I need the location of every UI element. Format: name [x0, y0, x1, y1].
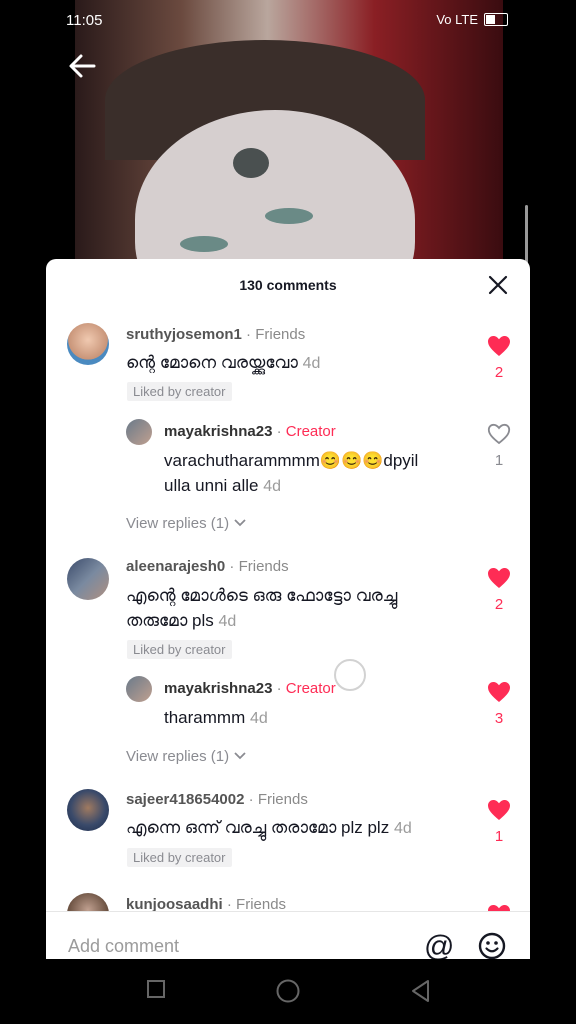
creator-tag: Creator [285, 680, 336, 697]
like-count: 2 [494, 364, 504, 381]
like-button[interactable]: 3 [484, 681, 514, 727]
video-background [75, 0, 503, 262]
friends-tag: Friends [255, 326, 306, 343]
loading-spinner [334, 659, 366, 691]
comment-time: 4d [302, 355, 321, 372]
avatar[interactable] [126, 676, 152, 702]
video-bindi [233, 148, 269, 178]
view-replies-link[interactable]: View replies (1) [126, 515, 247, 532]
avatar[interactable] [67, 789, 109, 831]
add-comment-input[interactable]: Add comment [68, 936, 179, 957]
friends-tag: Friends [257, 791, 308, 808]
comment-username-line: sruthyjosemon1 · Friends [126, 326, 306, 343]
comment-username-line: sajeer418654002 · Friends [126, 791, 308, 808]
reply-body-line1: varachutharammmm😊😊😊dpyil [164, 451, 419, 470]
comment-text: എന്റെ മോൾടെ ഒരു ഫോട്ടോ വരച്ചു തരുമോ pls … [126, 583, 397, 634]
video-scrollbar[interactable] [525, 205, 528, 265]
mention-at-icon[interactable]: @ [424, 930, 454, 959]
reply-text: varachutharammmm😊😊😊dpyil ulla unni alle … [164, 448, 418, 499]
comment-input-bar: Add comment @ [46, 911, 530, 959]
like-count: 3 [494, 710, 504, 727]
comment-username[interactable]: sruthyjosemon1 [126, 326, 242, 343]
chevron-down-icon [234, 519, 246, 527]
comment-text: എന്നെ ഒന്ന് വരച്ചു തരാമോ plz plz 4d [126, 815, 412, 841]
like-button[interactable]: 2 [484, 567, 514, 613]
reply-username[interactable]: mayakrishna23 [164, 423, 272, 440]
battery-icon [484, 13, 508, 26]
comments-sheet: 130 comments sruthyjosemon1 · Friends ന്… [46, 259, 530, 959]
heart-outline-icon[interactable] [487, 423, 511, 445]
comment-username[interactable]: sajeer418654002 [126, 791, 244, 808]
video-eye [265, 208, 313, 224]
reply-time: 4d [263, 478, 282, 495]
back-arrow-icon[interactable] [66, 50, 98, 82]
chevron-down-icon [234, 752, 246, 760]
like-button[interactable]: 2 [484, 335, 514, 381]
comment-body: ന്റെ മോനെ വരയ്ക്കുവോ [126, 353, 298, 372]
comments-count-title: 130 comments [239, 277, 337, 293]
liked-by-creator-badge: Liked by creator [127, 382, 232, 401]
like-button[interactable]: 1 [484, 799, 514, 845]
like-button[interactable]: 1 [484, 423, 514, 469]
sheet-header: 130 comments [46, 259, 530, 311]
back-icon[interactable] [410, 979, 432, 1008]
status-time: 11:05 [66, 12, 103, 29]
reply-username-line: mayakrishna23 · Creator [164, 680, 336, 697]
volte-label: Vo LTE [436, 12, 478, 27]
avatar[interactable] [126, 419, 152, 445]
reply-text: tharammm 4d [164, 705, 268, 731]
video-eye [180, 236, 228, 252]
reply-username-line: mayakrishna23 · Creator [164, 423, 336, 440]
reply-body: tharammm [164, 708, 246, 727]
comment-time: 4d [393, 820, 412, 837]
reply-body-line2: ulla unni alle [164, 476, 259, 495]
recent-apps-icon[interactable] [146, 979, 166, 1004]
like-count: 1 [494, 452, 504, 469]
close-icon[interactable] [486, 273, 510, 297]
comment-username[interactable]: aleenarajesh0 [126, 558, 225, 575]
comment-username-line: aleenarajesh0 · Friends [126, 558, 289, 575]
comment-body-line1: എന്റെ മോൾടെ ഒരു ഫോട്ടോ വരച്ചു [126, 586, 398, 605]
emoji-icon[interactable] [478, 932, 506, 959]
liked-by-creator-badge: Liked by creator [127, 640, 232, 659]
comment-body-line2: തരുമോ pls [126, 611, 214, 630]
creator-tag: Creator [285, 423, 336, 440]
view-replies-link[interactable]: View replies (1) [126, 748, 247, 765]
reply-time: 4d [249, 710, 268, 727]
liked-by-creator-badge: Liked by creator [127, 848, 232, 867]
heart-filled-icon[interactable] [487, 335, 511, 357]
avatar[interactable] [67, 323, 109, 365]
view-replies-label: View replies (1) [126, 748, 230, 765]
comment-body: എന്നെ ഒന്ന് വരച്ചു തരാമോ plz plz [126, 818, 390, 837]
status-icons: Vo LTE [436, 12, 508, 27]
reply-username[interactable]: mayakrishna23 [164, 680, 272, 697]
friends-tag: Friends [238, 558, 289, 575]
system-navigation-bar [0, 959, 576, 1024]
home-icon[interactable] [276, 979, 300, 1008]
like-count: 1 [494, 828, 504, 845]
avatar[interactable] [67, 558, 109, 600]
heart-filled-icon[interactable] [487, 681, 511, 703]
view-replies-label: View replies (1) [126, 515, 230, 532]
heart-filled-icon[interactable] [487, 567, 511, 589]
comment-time: 4d [218, 613, 237, 630]
heart-filled-icon[interactable] [487, 799, 511, 821]
comment-text: ന്റെ മോനെ വരയ്ക്കുവോ 4d [126, 350, 320, 376]
like-count: 2 [494, 596, 504, 613]
